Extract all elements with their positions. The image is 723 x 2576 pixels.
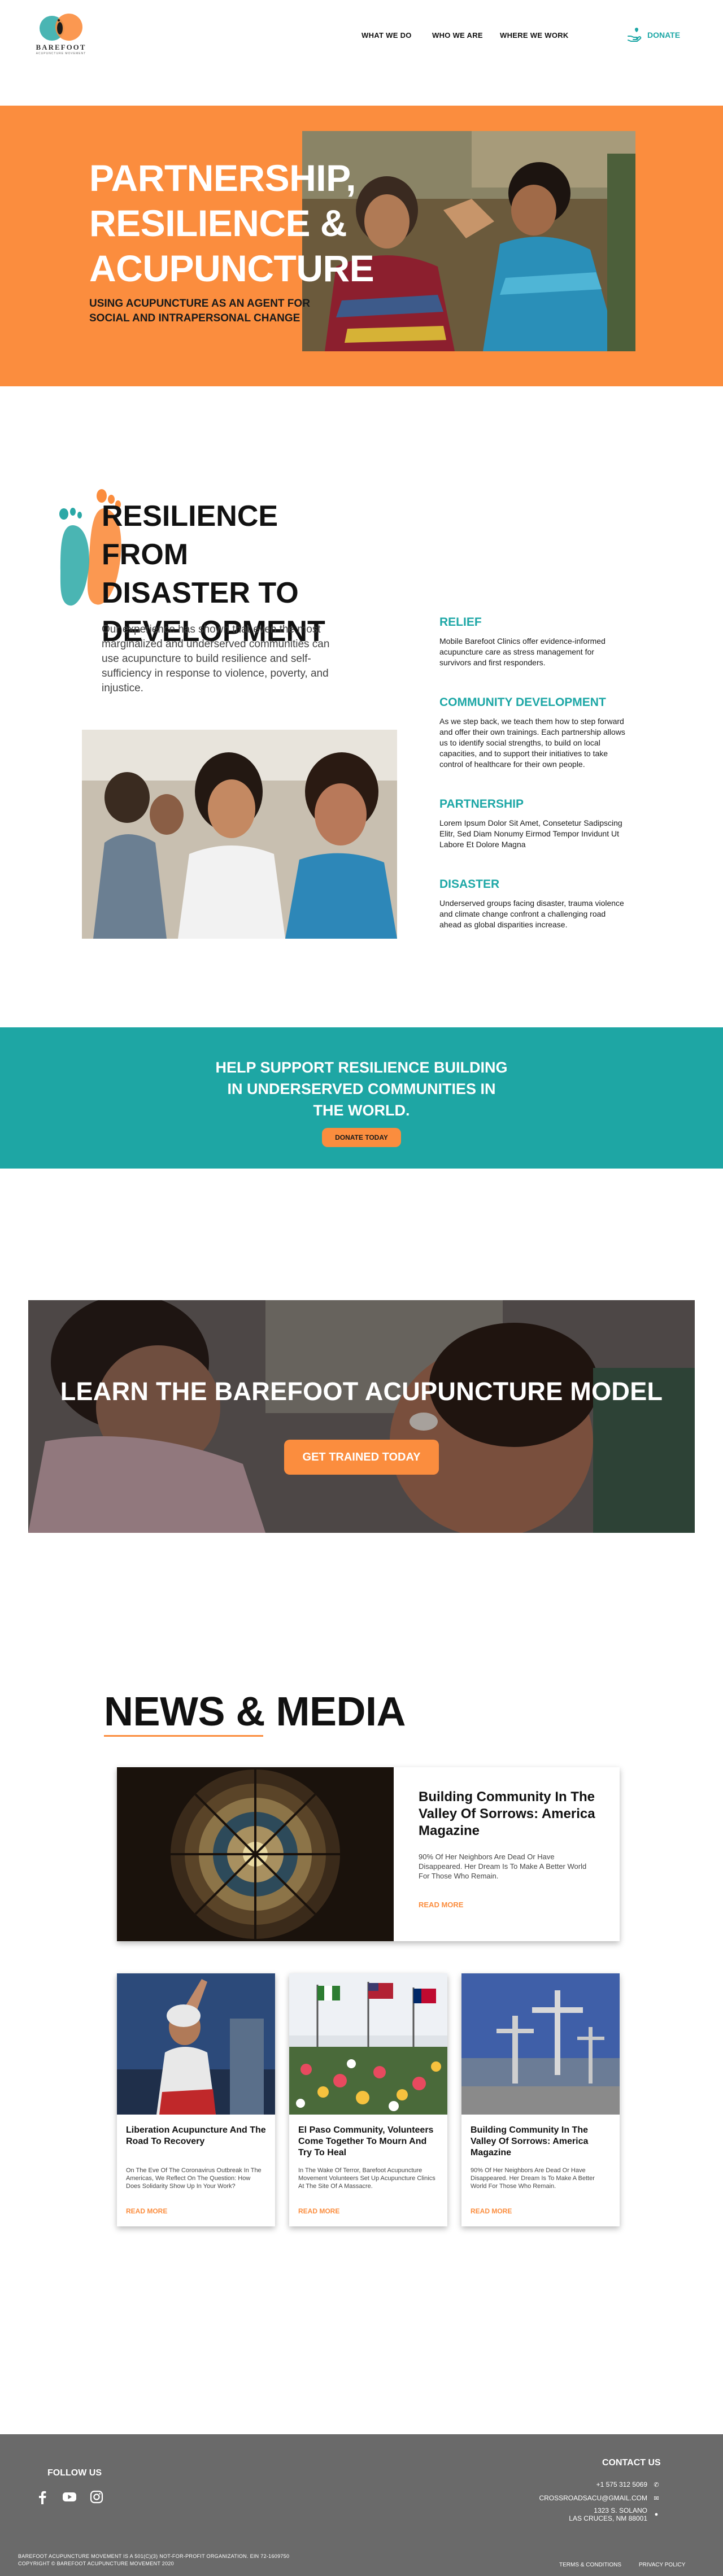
contact-address: 1323 S. SOLANO LAS CRUCES, NM 88001 ● [569, 2507, 660, 2522]
resilience-item-relief: RELIEF Mobile Barefoot Clinics offer evi… [439, 616, 626, 668]
logo[interactable]: BAREFOOT ACUPUNCTURE MOVEMENT [33, 11, 89, 56]
resilience-title-line-2: DISASTER TO [102, 577, 299, 609]
partnership-text: Lorem Ipsum Dolor Sit Amet, Consetetur S… [439, 818, 622, 849]
relief-heading: RELIEF [439, 616, 482, 629]
donate-label: DONATE [647, 30, 681, 40]
news-card[interactable]: Building Community In The Valley Of Sorr… [461, 1973, 620, 2226]
address-line-1: 1323 S. SOLANO [594, 2507, 647, 2514]
resilience-photo-illustration [82, 730, 397, 939]
featured-news-excerpt: 90% Of Her Neighbors Are Dead Or Have Di… [419, 1853, 587, 1880]
contact-email[interactable]: CROSSROADSACU@GMAIL.COM ✉ [539, 2494, 660, 2502]
featured-news-card[interactable]: Building Community In The Valley Of Sorr… [117, 1767, 620, 1941]
nav-what-we-do[interactable]: WHAT WE DO [362, 31, 412, 40]
contact-phone-text: +1 575 312 5069 [596, 2481, 647, 2488]
memorial-flags-image [289, 1973, 447, 2115]
news-card-image [117, 1973, 275, 2115]
news-card[interactable]: El Paso Community, Volunteers Come Toget… [289, 1973, 447, 2226]
resilience-body: Our experience has shown that even the m… [102, 624, 330, 694]
news-card-excerpt: In The Wake Of Terror, Barefoot Acupunct… [298, 2167, 435, 2190]
news-card-title[interactable]: El Paso Community, Volunteers Come Toget… [298, 2125, 441, 2159]
social-links [35, 2490, 104, 2504]
support-band: HELP SUPPORT RESILIENCE BUILDING IN UNDE… [0, 1027, 723, 1169]
phone-icon: ✆ [654, 2481, 659, 2488]
instagram-icon[interactable] [89, 2490, 104, 2504]
news-card-excerpt: On The Eve Of The Coronavirus Outbreak I… [126, 2167, 262, 2190]
youtube-icon[interactable] [62, 2490, 77, 2504]
news-card[interactable]: Liberation Acupuncture And The Road To R… [117, 1973, 275, 2226]
training-title: LEARN THE BAREFOOT ACUPUNCTURE MODEL [60, 1377, 663, 1406]
hero-title-line-3: ACUPUNCTURE [89, 247, 374, 289]
nav-where-we-work[interactable]: WHERE WE WORK [500, 31, 569, 40]
get-trained-button[interactable]: GET TRAINED TODAY [284, 1440, 439, 1475]
terms-link[interactable]: TERMS & CONDITIONS [559, 2562, 621, 2568]
hero-title-line-2: RESILIENCE & [89, 202, 347, 244]
address-line-2: LAS CRUCES, NM 88001 [569, 2514, 647, 2522]
news-card-image [289, 1973, 447, 2115]
stained-glass-dome-image [117, 1767, 394, 1941]
read-more-link[interactable]: READ MORE [471, 2207, 512, 2215]
news-title-underline [104, 1735, 263, 1737]
follow-us-heading: FOLLOW US [47, 2468, 102, 2478]
crosses-sky-image [461, 1973, 620, 2115]
footprints-logo-icon [40, 14, 82, 41]
community-development-heading: COMMUNITY DEVELOPMENT [439, 696, 606, 709]
woman-raising-hand-image [117, 1973, 275, 2115]
featured-news-image [117, 1767, 394, 1941]
donate-link[interactable]: DONATE [627, 27, 680, 43]
donate-hand-icon [628, 28, 642, 42]
location-pin-icon: ● [654, 2511, 659, 2518]
resilience-item-partnership: PARTNERSHIP Lorem Ipsum Dolor Sit Amet, … [439, 797, 626, 850]
resilience-title-line-1: RESILIENCE FROM [102, 500, 278, 571]
news-card-excerpt: 90% Of Her Neighbors Are Dead Or Have Di… [471, 2167, 595, 2190]
site-footer: FOLLOW US CONTACT US +1 575 312 5069 ✆ C… [0, 2434, 723, 2576]
disaster-heading: DISASTER [439, 878, 500, 891]
page: BAREFOOT ACUPUNCTURE MOVEMENT WHAT WE DO… [0, 0, 723, 2576]
hero-section: PARTNERSHIP, RESILIENCE & ACUPUNCTURE US… [0, 106, 723, 386]
support-text: HELP SUPPORT RESILIENCE BUILDING IN UNDE… [215, 1059, 508, 1119]
relief-text: Mobile Barefoot Clinics offer evidence-i… [439, 637, 606, 667]
partnership-heading: PARTNERSHIP [439, 797, 524, 810]
legal-line-1: BAREFOOT ACUPUNCTURE MOVEMENT IS A 501(C… [18, 2553, 290, 2559]
facebook-icon[interactable] [35, 2490, 50, 2504]
resilience-photo [82, 730, 397, 939]
resilience-item-community-development: COMMUNITY DEVELOPMENT As we step back, w… [439, 696, 626, 770]
privacy-link[interactable]: PRIVACY POLICY [639, 2562, 685, 2568]
contact-email-text: CROSSROADSACU@GMAIL.COM [539, 2494, 647, 2502]
contact-us-heading: CONTACT US [602, 2458, 661, 2468]
news-card-title[interactable]: Building Community In The Valley Of Sorr… [471, 2125, 613, 2159]
news-card-image [461, 1973, 620, 2115]
hero-title: PARTNERSHIP, RESILIENCE & ACUPUNCTURE [89, 155, 374, 291]
training-banner: LEARN THE BAREFOOT ACUPUNCTURE MODEL GET… [28, 1300, 695, 1533]
logo-subtext: ACUPUNCTURE MOVEMENT [36, 52, 86, 55]
logo-text: BAREFOOT [36, 43, 86, 51]
contact-phone[interactable]: +1 575 312 5069 ✆ [596, 2481, 660, 2488]
disaster-text: Underserved groups facing disaster, trau… [439, 899, 624, 929]
read-more-link[interactable]: READ MORE [126, 2207, 167, 2215]
news-card-title[interactable]: Liberation Acupuncture And The Road To R… [126, 2125, 268, 2147]
nav-who-we-are[interactable]: WHO WE ARE [432, 31, 483, 40]
resilience-item-disaster: DISASTER Underserved groups facing disas… [439, 878, 626, 930]
read-more-link[interactable]: READ MORE [298, 2207, 339, 2215]
legal-line-2: COPYRIGHT © BAREFOOT ACUPUNCTURE MOVEMEN… [18, 2561, 174, 2566]
news-title: NEWS & MEDIA [104, 1689, 406, 1734]
community-development-text: As we step back, we teach them how to st… [439, 717, 625, 769]
legal-text: BAREFOOT ACUPUNCTURE MOVEMENT IS A 501(C… [18, 2553, 289, 2568]
hero-subtitle: USING ACUPUNCTURE AS AN AGENT FOR SOCIAL… [89, 298, 310, 324]
featured-read-more-link[interactable]: READ MORE [419, 1901, 463, 1909]
contact-address-text: 1323 S. SOLANO LAS CRUCES, NM 88001 [569, 2507, 647, 2522]
featured-news-title[interactable]: Building Community In The Valley Of Sorr… [419, 1789, 599, 1840]
donate-today-button[interactable]: DONATE TODAY [322, 1128, 401, 1147]
site-header: BAREFOOT ACUPUNCTURE MOVEMENT WHAT WE DO… [0, 0, 723, 73]
hero-title-line-1: PARTNERSHIP, [89, 157, 356, 199]
mail-icon: ✉ [654, 2495, 659, 2502]
training-banner-photo [28, 1300, 695, 1533]
